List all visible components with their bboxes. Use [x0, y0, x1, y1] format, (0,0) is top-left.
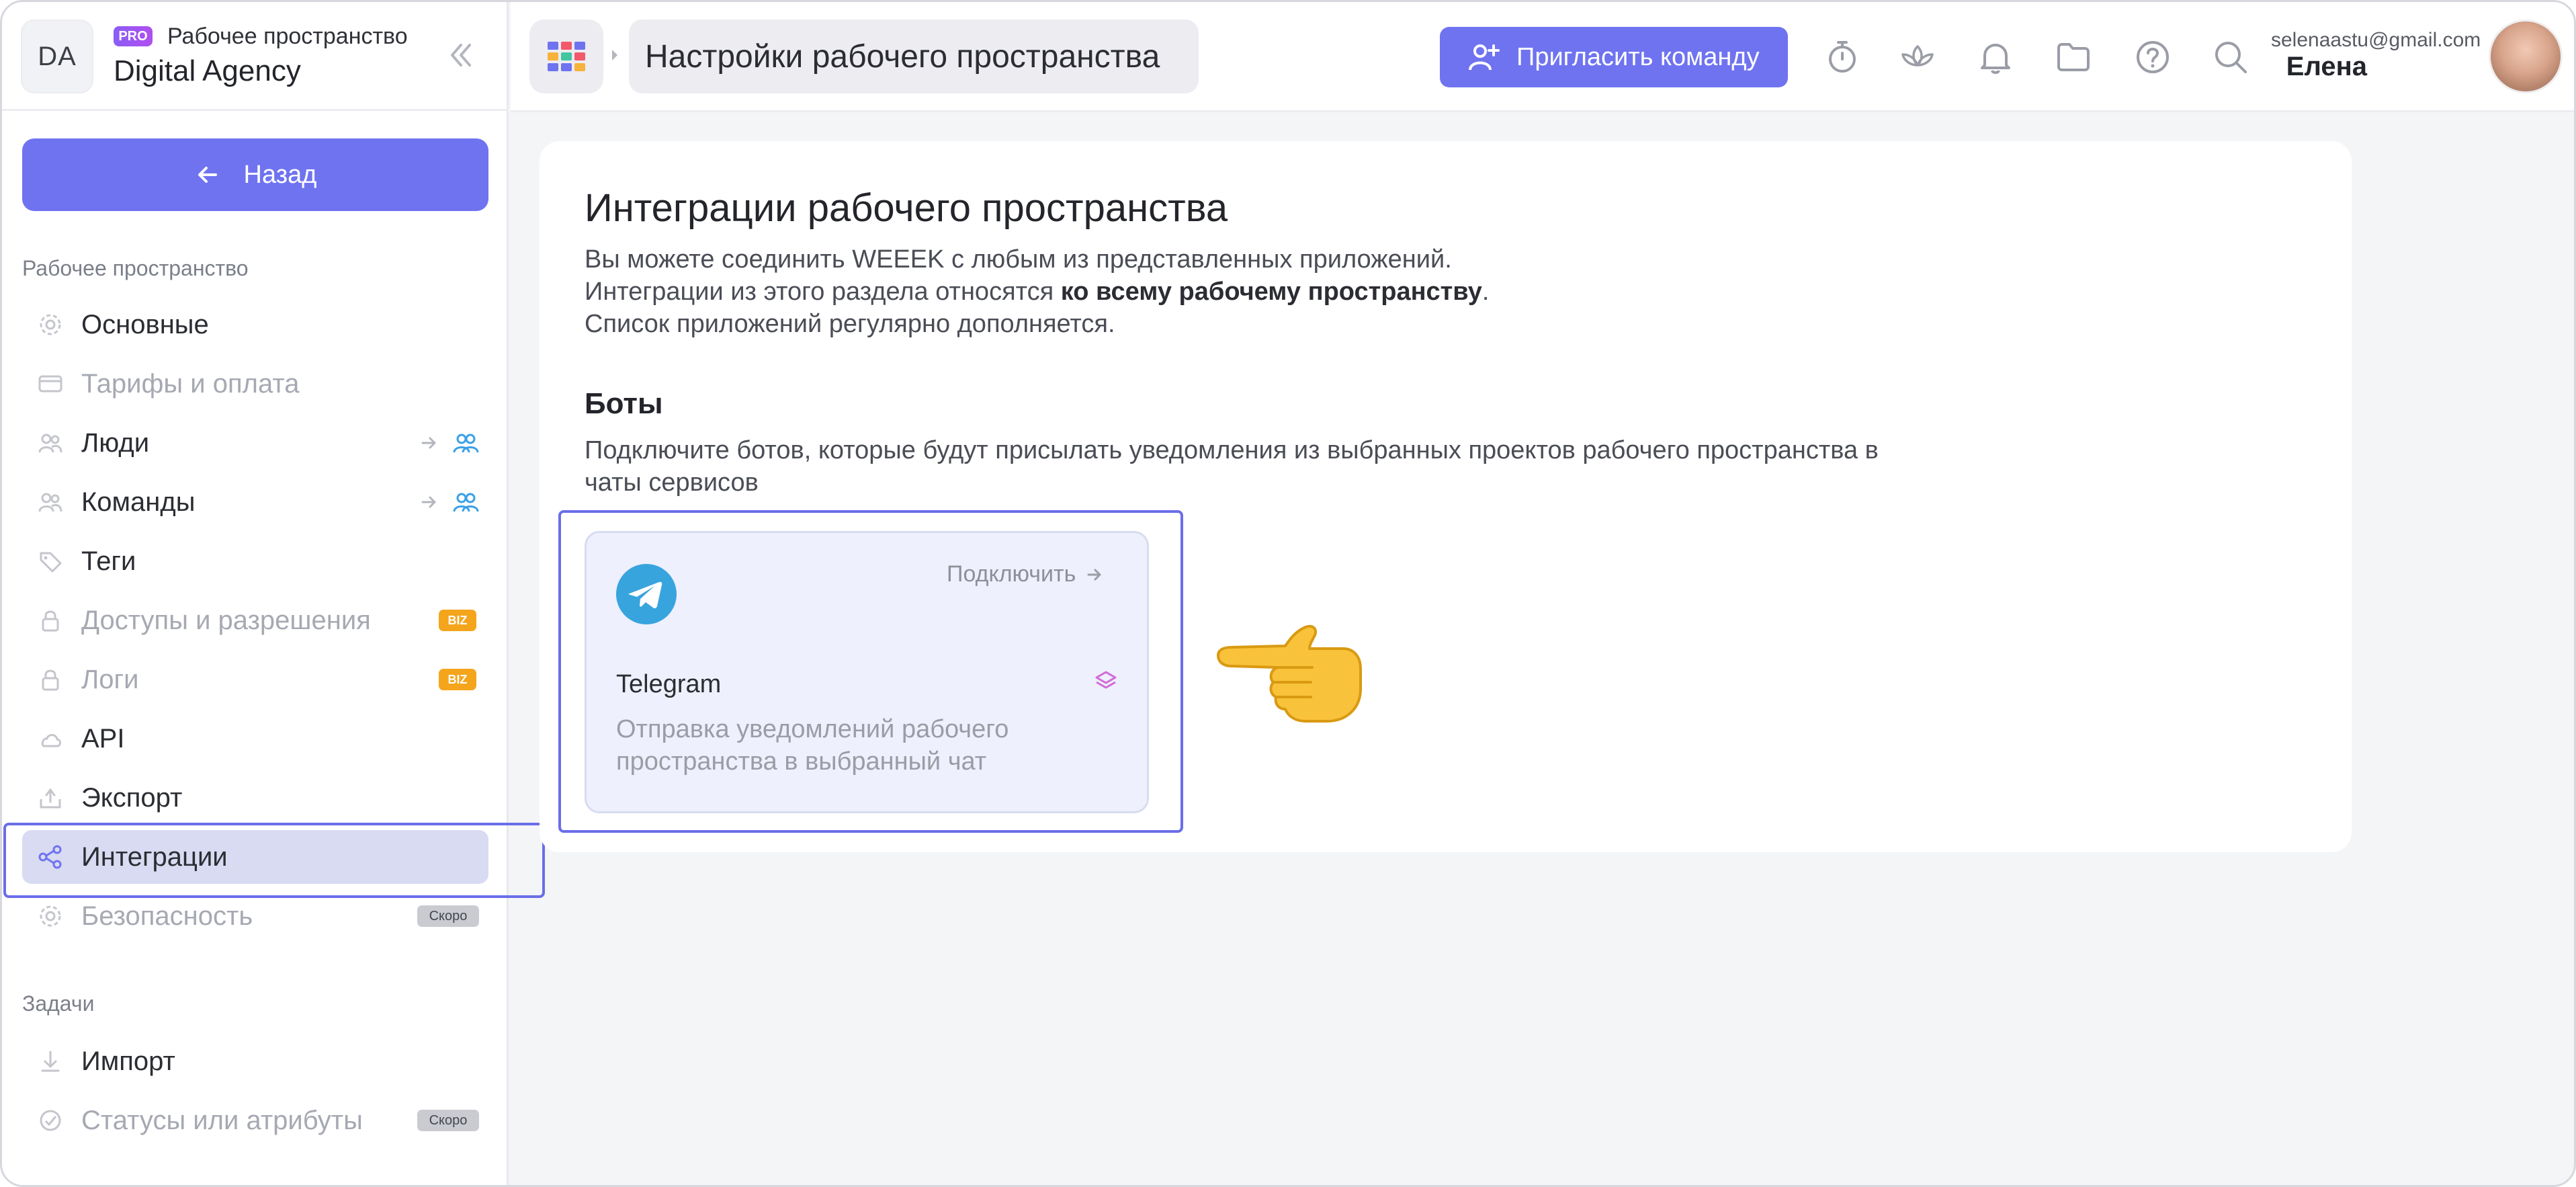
section-title-workspace: Рабочее пространство [22, 256, 249, 280]
invite-team-button[interactable]: Пригласить команду [1440, 27, 1788, 87]
telegram-description: Отправка уведомлений рабочего пространст… [616, 715, 1009, 776]
user-name: Елена [2286, 52, 2367, 81]
workspace-avatar: DA [21, 19, 93, 93]
telegram-logo-icon [616, 564, 677, 624]
integrations-card: Интеграции рабочего пространства Вы може… [540, 141, 2352, 852]
section-title-tasks: Задачи [22, 991, 95, 1016]
telegram-integration-card[interactable]: Подключить Telegram Отправка уведомлений… [585, 531, 1149, 813]
sidebar-item-label: Теги [81, 546, 136, 576]
soon-badge: Скоро [417, 1110, 479, 1131]
search-icon[interactable] [2210, 37, 2251, 77]
sidebar-item-label: Тарифы и оплата [81, 369, 300, 399]
sidebar-item-label: Импорт [81, 1047, 175, 1076]
lotus-icon[interactable] [1897, 37, 1938, 77]
add-user-icon [1469, 44, 1500, 71]
gear-icon [40, 314, 61, 335]
sidebar-item-label: Люди [81, 428, 150, 458]
description-line-2: Интеграции из этого раздела относятся ко… [585, 276, 1489, 308]
description-line-3: Список приложений регулярно дополняется. [585, 310, 1115, 338]
bots-description: Подключите ботов, которые будут присылат… [585, 436, 1879, 497]
sidebar-item-statuses[interactable]: Статусы или атрибуты Скоро [22, 1094, 488, 1147]
description-line-2-end: . [1482, 278, 1490, 306]
sidebar-item-tags[interactable]: Теги [22, 534, 488, 588]
bots-title: Боты [585, 387, 663, 420]
page-title: Интеграции рабочего пространства [585, 186, 1228, 230]
status-icon [40, 1110, 61, 1131]
pointing-hand-icon [1217, 624, 1362, 723]
connect-label: Подключить [947, 561, 1076, 587]
avatar[interactable] [2489, 19, 2563, 93]
page-description: Вы можете соединить WEEEK с любым из пре… [585, 243, 1489, 340]
apps-button[interactable] [529, 19, 603, 93]
arrow-right-icon [421, 437, 436, 449]
sidebar-item-label: Команды [81, 487, 196, 517]
topbar: Настройки рабочего пространства Пригласи… [511, 2, 2574, 112]
description-line-1: Вы можете соединить WEEEK с любым из пре… [585, 245, 1452, 274]
chevron-right-icon [612, 50, 617, 60]
arrow-right-icon [1087, 569, 1101, 580]
sidebar-item-label: Основные [81, 310, 209, 339]
sidebar-item-label: Интеграции [81, 842, 228, 872]
back-button[interactable]: Назад [22, 138, 488, 211]
soon-badge: Скоро [417, 905, 479, 927]
people-icon [38, 493, 62, 512]
bell-icon[interactable] [1975, 37, 2016, 77]
team-icon[interactable] [452, 429, 479, 456]
sidebar-item-teams[interactable]: Команды [22, 475, 488, 529]
import-icon [41, 1051, 60, 1072]
team-icon[interactable] [452, 489, 479, 516]
sidebar-item-label: Логи [81, 665, 139, 694]
collapse-sidebar-icon[interactable] [443, 37, 479, 73]
arrow-left-icon [198, 167, 217, 183]
timer-icon[interactable] [1822, 37, 1862, 77]
connect-telegram-button[interactable]: Подключить [947, 561, 1104, 587]
biz-badge: BIZ [439, 610, 476, 631]
lock-icon [42, 669, 59, 691]
arrow-right-icon [421, 496, 436, 508]
telegram-title: Telegram [616, 670, 722, 698]
description-line-2-bold: ко всему рабочему пространству [1060, 278, 1482, 306]
integrations-icon [38, 845, 62, 869]
sidebar-item-label: Доступы и разрешения [81, 606, 371, 635]
apps-grid-icon [548, 42, 585, 71]
folder-icon[interactable] [2053, 37, 2094, 77]
sidebar-item-api[interactable]: API [22, 712, 488, 766]
sidebar-item-label: Экспорт [81, 783, 183, 813]
sidebar-item-export[interactable]: Экспорт [22, 771, 488, 825]
tag-icon [40, 552, 62, 573]
sidebar-item-access[interactable]: Доступы и разрешения BIZ [22, 594, 488, 647]
sidebar-item-logs[interactable]: Логи BIZ [22, 653, 488, 706]
app-window: DA PRO Рабочее пространство Digital Agen… [0, 0, 2576, 1187]
people-icon [38, 434, 62, 453]
biz-badge: BIZ [439, 669, 476, 690]
invite-label: Пригласить команду [1516, 42, 1760, 71]
sidebar: DA PRO Рабочее пространство Digital Agen… [2, 2, 509, 1185]
cloud-icon [41, 734, 61, 747]
sidebar-item-label: Безопасность [81, 901, 253, 931]
user-email: selenaastu@gmail.com [2271, 29, 2481, 51]
lock-icon [42, 610, 59, 632]
help-icon[interactable] [2133, 37, 2173, 77]
sidebar-item-integrations[interactable]: Интеграции [22, 830, 488, 884]
sidebar-item-import[interactable]: Импорт [22, 1034, 488, 1088]
sidebar-item-label: API [81, 724, 125, 753]
pro-badge: PRO [114, 26, 153, 46]
workspace-header[interactable]: DA PRO Рабочее пространство Digital Agen… [2, 2, 509, 111]
export-icon [40, 788, 61, 809]
sidebar-item-people[interactable]: Люди [22, 416, 488, 470]
sidebar-item-security[interactable]: Безопасность Скоро [22, 889, 488, 943]
sidebar-item-label: Статусы или атрибуты [81, 1106, 363, 1135]
breadcrumb[interactable]: Настройки рабочего пространства [629, 19, 1199, 93]
back-label: Назад [243, 160, 317, 189]
gear-icon [40, 905, 61, 927]
description-line-2-start: Интеграции из этого раздела относятся [585, 278, 1061, 306]
workspace-name: Digital Agency [114, 54, 301, 87]
card-icon [38, 375, 62, 393]
sidebar-item-billing[interactable]: Тарифы и оплата [22, 357, 488, 411]
sidebar-item-general[interactable]: Основные [22, 298, 488, 352]
layers-icon [1095, 671, 1117, 689]
workspace-label: Рабочее пространство [167, 24, 408, 49]
